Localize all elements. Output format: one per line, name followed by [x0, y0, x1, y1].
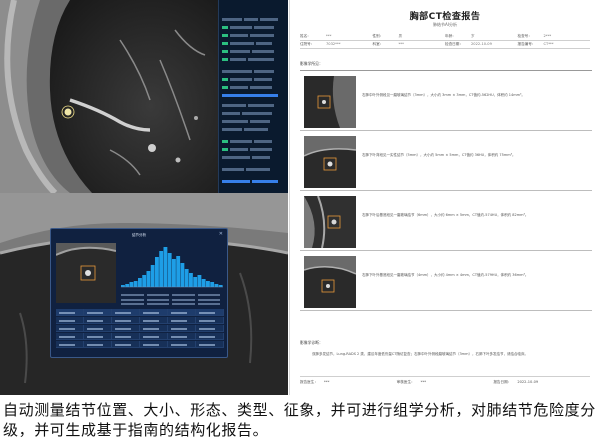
finding-thumbnail: [304, 76, 356, 128]
radiomics-stats: [121, 293, 223, 307]
info-label: 科室：: [372, 42, 384, 46]
footer-value: ***: [420, 380, 427, 384]
conclusion-heading: 影像学诊断：: [300, 340, 323, 345]
footer-label: 审核医生：: [396, 380, 415, 384]
finding-thumbnail: [304, 136, 356, 188]
ct-axial-image: [0, 0, 218, 193]
structured-report: 胸部CT检查报告 肺结节AI分析 姓名： *** 性别： 男 年龄： 岁 检查号： 2*…: [289, 0, 600, 395]
findings-list: 右肺中叶外侧段见一磨玻璃结节（3mm），大小约 3mm × 3mm，CT值约-5…: [300, 70, 592, 311]
histogram-bar: [180, 263, 185, 287]
info-label: 检查日期：: [445, 42, 463, 46]
histogram-bar: [210, 282, 215, 287]
info-value: 2022-10-09: [471, 42, 492, 46]
close-icon[interactable]: ✕: [219, 232, 223, 237]
histogram-bar: [125, 284, 130, 287]
report-subtitle: 肺结节AI分析: [433, 22, 457, 27]
info-value: 7032***: [326, 42, 341, 46]
info-label: 检查号：: [517, 34, 532, 38]
histogram-bar: [214, 284, 219, 287]
finding-item: 右肺中叶外侧段见一磨玻璃结节（3mm），大小约 3mm × 3mm，CT值约-5…: [300, 73, 592, 131]
report-footer: 报告医生： *** 审核医生： *** 报告日期： 2022-10-09: [300, 376, 590, 385]
nodule-analysis-dialog[interactable]: 结节分析 ✕: [50, 228, 228, 358]
finding-item: 右肺下叶背段见一实性结节（5mm），大小约 5mm × 5mm，CT值约 36H…: [300, 133, 592, 191]
finding-text: 右肺下叶外基底段见一磨玻璃结节（4mm），大小约 4mm × 4mm，CT值约-…: [362, 273, 529, 277]
footer-label: 报告日期：: [493, 380, 512, 384]
info-value: ***: [326, 34, 332, 38]
histogram-bar: [201, 279, 206, 287]
info-value: 岁: [471, 34, 475, 38]
histogram-bar: [206, 281, 210, 287]
figure-caption: 自动测量结节位置、大小、形态、类型、征象，并可进行组学分析，对肺结节危险度分级，…: [3, 401, 596, 439]
finding-text: 右肺下叶背段见一实性结节（5mm），大小约 5mm × 5mm，CT值约 36H…: [362, 153, 516, 157]
histogram-bar: [197, 275, 202, 287]
findings-heading: 影像学所见：: [300, 61, 323, 66]
finding-thumbnail: [304, 196, 356, 248]
info-label: 住院号：: [300, 42, 315, 46]
finding-item: 右肺下叶后基底段见一磨玻璃结节（6mm），大小约 6mm × 5mm，CT值约-…: [300, 193, 592, 251]
histogram-bar: [163, 247, 168, 287]
finding-thumbnail: [304, 256, 356, 308]
info-value: 2***: [543, 34, 552, 38]
histogram-bar: [189, 273, 193, 287]
histogram-bar: [146, 271, 151, 287]
ct-viewport-axial[interactable]: [0, 0, 218, 193]
footer-value: 2022-10-09: [517, 380, 539, 384]
histogram-bar: [193, 277, 198, 287]
finding-text: 右肺中叶外侧段见一磨玻璃结节（3mm），大小约 3mm × 3mm，CT值约-5…: [362, 93, 525, 97]
nodule-thumbnail: [56, 243, 116, 303]
info-value: 男: [398, 34, 403, 38]
histogram-bar: [133, 281, 138, 287]
info-label: 年龄：: [445, 34, 456, 38]
histogram-bar: [176, 256, 181, 287]
patient-info-row: 姓名： *** 性别： 男 年龄： 岁 检查号： 2***: [300, 33, 590, 41]
histogram-bar: [184, 269, 189, 287]
dialog-title: 结节分析: [132, 233, 146, 237]
info-value: ***: [398, 42, 404, 46]
footer-value: ***: [323, 380, 330, 384]
histogram-bar: [159, 251, 164, 287]
histogram-bar: [155, 257, 159, 287]
histogram-bar: [172, 259, 176, 287]
histogram-bar: [138, 278, 142, 287]
histogram-bar: [142, 275, 147, 287]
report-title: 胸部CT检查报告: [409, 12, 481, 22]
conclusion-text: 双肺多发结节，Lung-RADS 2 类，建议年度低剂量CT随访复查；右肺中叶外…: [312, 352, 528, 356]
nodule-feature-table: [56, 309, 224, 355]
finding-text: 右肺下叶后基底段见一磨玻璃结节（6mm），大小约 6mm × 5mm，CT值约-…: [362, 213, 529, 217]
histogram-bar: [167, 253, 172, 287]
info-value: CT***: [543, 42, 554, 46]
info-label: 报告编号：: [517, 42, 536, 46]
patient-info: 姓名： *** 性别： 男 年龄： 岁 检查号： 2*** 住院号： 7032*** 科室…: [300, 33, 590, 57]
finding-item: 右肺下叶外基底段见一磨玻璃结节（4mm），大小约 4mm × 4mm，CT值约-…: [300, 253, 592, 311]
radiomics-histogram: [121, 243, 223, 291]
histogram-bar: [129, 282, 134, 287]
footer-label: 报告医生：: [300, 380, 318, 384]
info-label: 姓名：: [300, 34, 311, 38]
patient-info-row: 住院号： 7032*** 科室： *** 检查日期： 2022-10-09 报告编号：…: [300, 41, 590, 49]
nodule-list-panel[interactable]: [218, 0, 288, 193]
histogram-bar: [150, 265, 155, 287]
info-label: 性别：: [372, 34, 384, 38]
